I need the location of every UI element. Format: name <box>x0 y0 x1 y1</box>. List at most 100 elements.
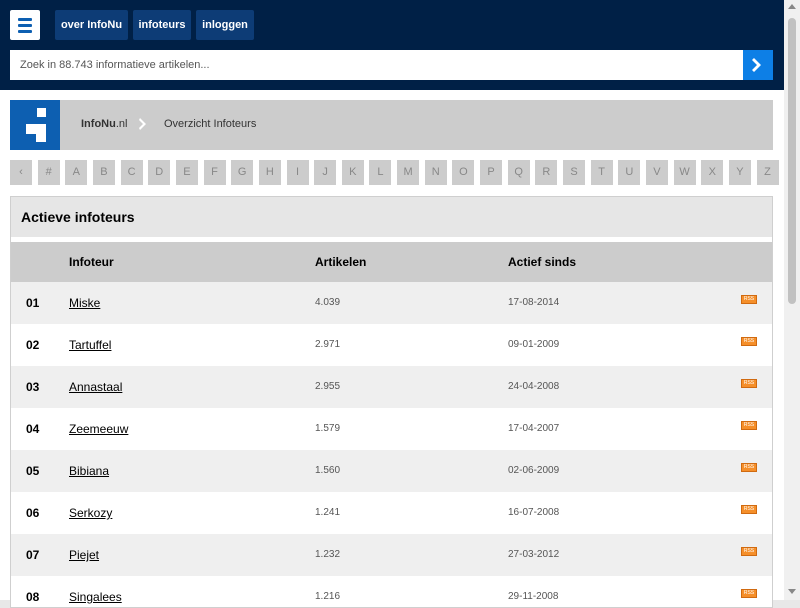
row-articles: 1.241 <box>315 507 341 518</box>
row-rank: 01 <box>26 296 40 310</box>
top-bar: over InfoNu infoteurs inloggen <box>0 0 784 90</box>
column-header-artikelen: Artikelen <box>315 255 367 269</box>
row-active-since: 27-03-2012 <box>508 549 560 560</box>
panel-title: Actieve infoteurs <box>11 197 772 237</box>
infoteur-link[interactable]: Annastaal <box>69 380 122 394</box>
rss-icon[interactable]: RSS <box>741 379 757 388</box>
alphabet-letter[interactable]: S <box>563 160 585 185</box>
alphabet-letter[interactable]: E <box>175 160 198 185</box>
breadcrumb-home-link[interactable]: InfoNu.nl <box>81 118 127 130</box>
alphabet-letter[interactable]: F <box>203 160 226 185</box>
scroll-up-icon[interactable] <box>788 4 796 9</box>
row-rank: 05 <box>26 464 40 478</box>
rss-icon[interactable]: RSS <box>741 463 757 472</box>
alphabet-letter[interactable]: H <box>258 160 281 185</box>
table-row: 07 Piejet 1.232 27-03-2012 RSS <box>11 534 772 576</box>
alphabet-letter[interactable]: U <box>618 160 641 185</box>
alphabet-letter[interactable]: M <box>397 160 420 185</box>
row-active-since: 17-04-2007 <box>508 423 560 434</box>
alphabet-letter[interactable]: Q <box>507 160 530 185</box>
row-active-since: 17-08-2014 <box>508 297 560 308</box>
infoteur-link[interactable]: Bibiana <box>69 464 109 478</box>
row-articles: 1.232 <box>315 549 341 560</box>
chevron-right-icon <box>139 118 146 130</box>
row-rank: 07 <box>26 548 40 562</box>
alphabet-letter[interactable]: # <box>37 160 60 185</box>
rss-icon[interactable]: RSS <box>741 337 757 346</box>
alphabet-letter[interactable]: L <box>369 160 392 185</box>
row-active-since: 16-07-2008 <box>508 507 560 518</box>
row-active-since: 02-06-2009 <box>508 465 560 476</box>
infoteur-link[interactable]: Piejet <box>69 548 99 562</box>
row-rank: 08 <box>26 590 40 604</box>
alphabet-letter[interactable]: X <box>701 160 724 185</box>
alphabet-letter[interactable]: W <box>673 160 696 185</box>
alphabet-letter[interactable]: O <box>452 160 475 185</box>
infonu-logo-icon[interactable] <box>10 100 60 150</box>
rss-icon[interactable]: RSS <box>741 421 757 430</box>
active-infoteurs-panel: Actieve infoteurs Infoteur Artikelen Act… <box>10 196 773 608</box>
alphabet-letter[interactable]: Z <box>756 160 779 185</box>
table-row: 03 Annastaal 2.955 24-04-2008 RSS <box>11 366 772 408</box>
breadcrumb-current: Overzicht Infoteurs <box>164 118 257 130</box>
row-rank: 02 <box>26 338 40 352</box>
table-row: 01 Miske 4.039 17-08-2014 RSS <box>11 282 772 324</box>
hamburger-icon[interactable] <box>10 10 40 40</box>
row-articles: 1.216 <box>315 591 341 602</box>
alphabet-letter[interactable]: R <box>535 160 558 185</box>
alphabet-letter[interactable]: T <box>590 160 613 185</box>
alphabet-letter[interactable]: Y <box>728 160 751 185</box>
rss-icon[interactable]: RSS <box>741 295 757 304</box>
alphabet-letter[interactable]: N <box>424 160 447 185</box>
search-submit-button[interactable] <box>743 50 773 80</box>
table-row: 05 Bibiana 1.560 02-06-2009 RSS <box>11 450 772 492</box>
nav-over-infonu[interactable]: over InfoNu <box>55 10 128 40</box>
infoteur-link[interactable]: Tartuffel <box>69 338 111 352</box>
nav-inloggen[interactable]: inloggen <box>196 10 254 40</box>
table-row: 02 Tartuffel 2.971 09-01-2009 RSS <box>11 324 772 366</box>
chevron-right-icon <box>752 58 761 72</box>
infoteur-link[interactable]: Singalees <box>69 590 122 604</box>
rss-icon[interactable]: RSS <box>741 505 757 514</box>
row-articles: 4.039 <box>315 297 341 308</box>
alphabet-letter[interactable]: B <box>92 160 115 185</box>
row-active-since: 24-04-2008 <box>508 381 560 392</box>
alphabet-letter[interactable]: A <box>65 160 88 185</box>
column-header-actief-sinds: Actief sinds <box>508 255 577 269</box>
row-rank: 03 <box>26 380 40 394</box>
row-active-since: 29-11-2008 <box>508 591 559 602</box>
column-header-infoteur: Infoteur <box>69 255 114 269</box>
row-rank: 04 <box>26 422 40 436</box>
row-rank: 06 <box>26 506 40 520</box>
infoteur-link[interactable]: Serkozy <box>69 506 112 520</box>
rss-icon[interactable]: RSS <box>741 547 757 556</box>
rss-icon[interactable]: RSS <box>741 589 757 598</box>
scrollbar[interactable] <box>784 0 800 600</box>
nav-infoteurs[interactable]: infoteurs <box>133 10 191 40</box>
table-row: 08 Singalees 1.216 29-11-2008 RSS <box>11 576 772 607</box>
alphabet-letter[interactable]: ‹ <box>10 160 32 185</box>
alphabet-letter[interactable]: D <box>148 160 171 185</box>
table-row: 04 Zeemeeuw 1.579 17-04-2007 RSS <box>11 408 772 450</box>
breadcrumb: InfoNu.nl Overzicht Infoteurs <box>10 100 773 150</box>
scroll-down-icon[interactable] <box>788 589 796 594</box>
search-input[interactable] <box>10 50 743 80</box>
alphabet-letter[interactable]: P <box>480 160 503 185</box>
table-header: Infoteur Artikelen Actief sinds <box>11 242 772 282</box>
row-articles: 1.579 <box>315 423 341 434</box>
alphabet-letter[interactable]: C <box>120 160 143 185</box>
row-active-since: 09-01-2009 <box>508 339 560 350</box>
alphabet-letter[interactable]: J <box>314 160 337 185</box>
scrollbar-thumb[interactable] <box>788 18 796 304</box>
infoteur-link[interactable]: Zeemeeuw <box>69 422 128 436</box>
table-row: 06 Serkozy 1.241 16-07-2008 RSS <box>11 492 772 534</box>
alphabet-letter[interactable]: V <box>645 160 668 185</box>
alphabet-letter[interactable]: G <box>231 160 254 185</box>
infoteur-link[interactable]: Miske <box>69 296 100 310</box>
row-articles: 2.955 <box>315 381 341 392</box>
row-articles: 2.971 <box>315 339 341 350</box>
row-articles: 1.560 <box>315 465 341 476</box>
alphabet-letter[interactable]: K <box>341 160 364 185</box>
alphabet-filter: ‹ # A B C D E F G H I J K L M N O P Q R S T U V W X Y Z <box>10 160 779 185</box>
alphabet-letter[interactable]: I <box>286 160 309 185</box>
